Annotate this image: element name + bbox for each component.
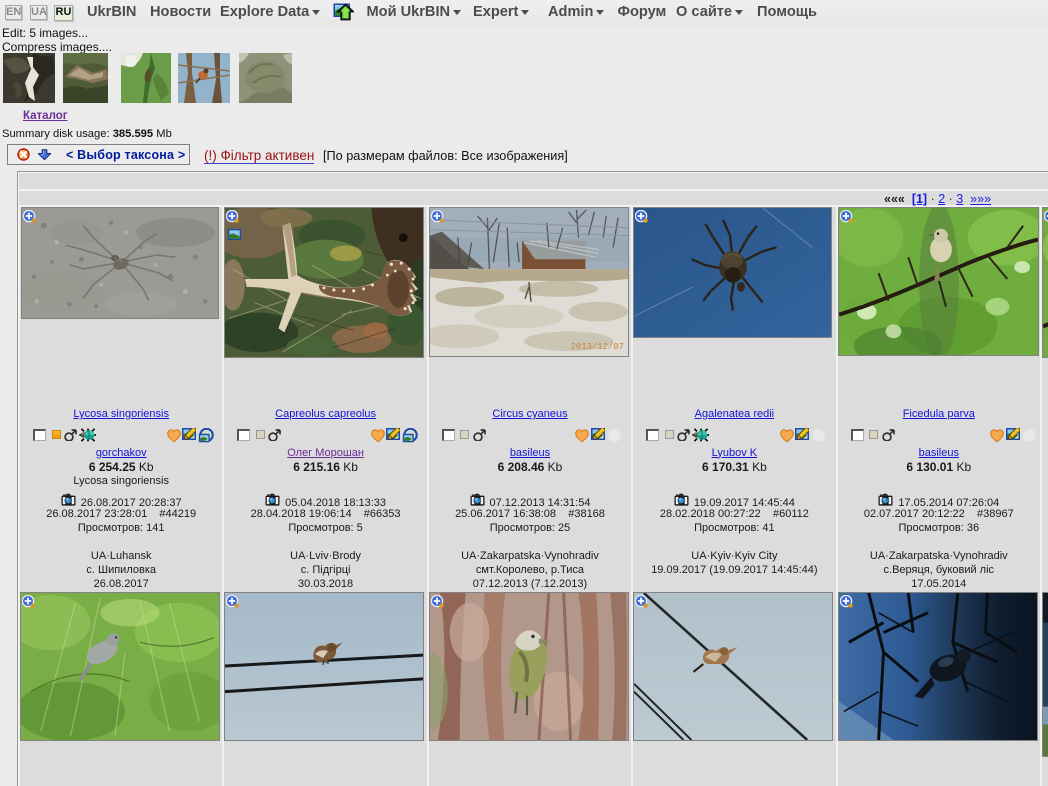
svg-text:2013/12/07: 2013/12/07 [570, 342, 623, 352]
